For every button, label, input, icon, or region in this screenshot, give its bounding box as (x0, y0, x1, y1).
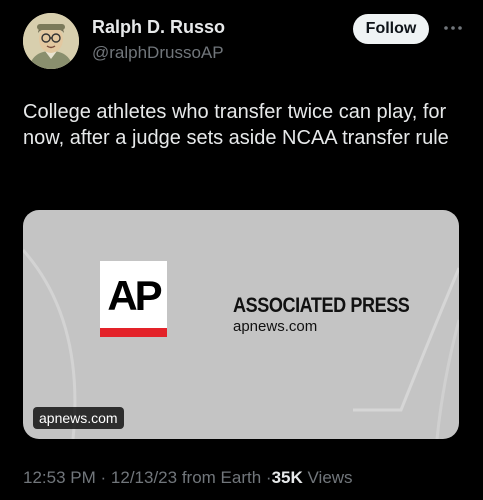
tweet-text: College athletes who transfer twice can … (23, 101, 449, 149)
author-handle[interactable]: @ralphDrussoAP (92, 43, 224, 63)
avatar-portrait-icon (23, 13, 79, 69)
meta-separator: · (100, 468, 107, 487)
tweet-source: from Earth (181, 468, 262, 487)
tweet-metadata: 12:53 PM · 12/13/23 from Earth ·35K View… (23, 468, 353, 488)
author-name[interactable]: Ralph D. Russo (92, 17, 225, 38)
more-dots-icon (444, 26, 462, 30)
views-label: Views (307, 468, 353, 487)
tweet-date[interactable]: 12/13/23 (111, 468, 177, 487)
tweet-header: Ralph D. Russo @ralphDrussoAP Follow (0, 0, 483, 80)
more-options-button[interactable] (440, 17, 466, 39)
link-preview-card[interactable]: AP ASSOCIATED PRESS apnews.com apnews.co… (23, 210, 459, 439)
ap-logo-text: AP (107, 272, 162, 319)
card-domain-badge: apnews.com (33, 407, 124, 429)
ap-logo: AP (100, 261, 167, 337)
tweet-time[interactable]: 12:53 PM (23, 468, 96, 487)
card-domain: apnews.com (233, 318, 318, 335)
views-count[interactable]: 35K (272, 468, 303, 487)
follow-button[interactable]: Follow (353, 14, 429, 44)
ap-logo-red-bar (100, 328, 167, 337)
author-avatar[interactable] (23, 13, 79, 69)
card-brand-name: ASSOCIATED PRESS (233, 294, 410, 317)
